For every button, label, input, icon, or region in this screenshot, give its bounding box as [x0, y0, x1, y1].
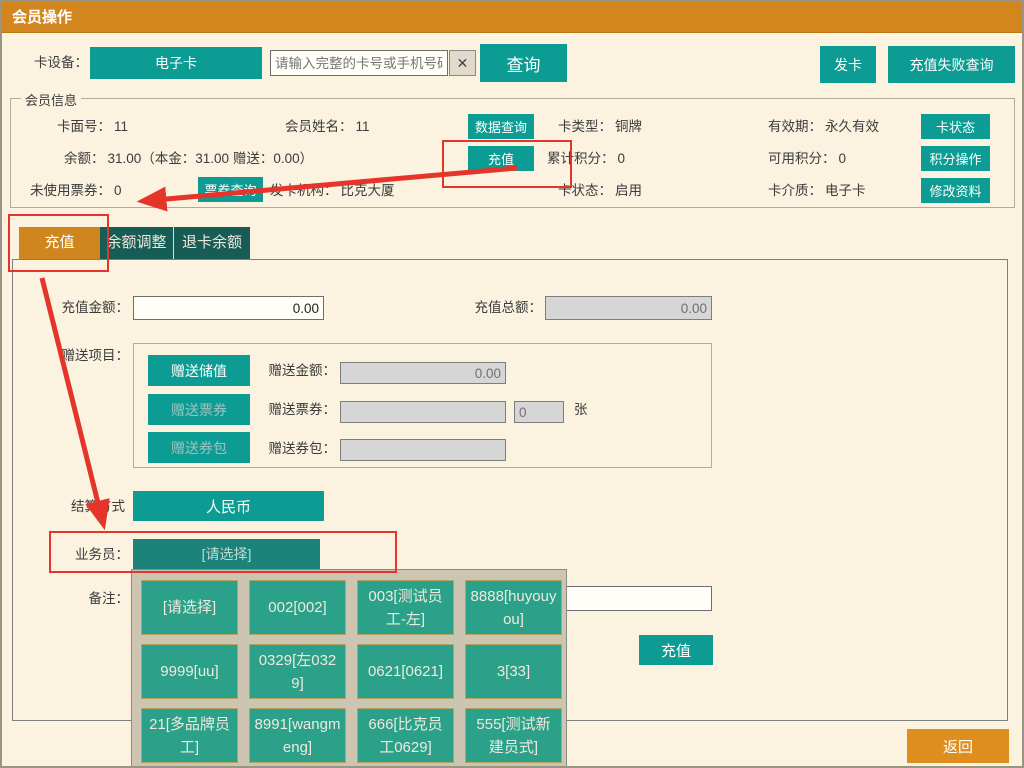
gift-ticket-count-input — [514, 401, 564, 423]
gift-items-label: 赠送项目： — [32, 347, 129, 365]
medium-value: 电子卡 — [825, 183, 866, 198]
validity-label: 有效期： — [768, 119, 822, 134]
status-label: 卡状态： — [558, 183, 612, 198]
total-points-label: 累计积分： — [547, 151, 615, 166]
salesman-label: 业务员： — [32, 542, 129, 567]
balance-field: 余额：31.00（本金：31.00 赠送：0.00） — [64, 146, 313, 171]
recharge-fail-query-button[interactable]: 充值失败查询 — [888, 46, 1015, 83]
gift-amount-label: 赠送金额： — [254, 358, 336, 383]
medium-label: 卡介质： — [768, 183, 822, 198]
member-name-value: 11 — [356, 119, 370, 134]
card-device-button[interactable]: 电子卡 — [90, 47, 262, 79]
data-query-button[interactable]: 数据查询 — [468, 114, 534, 139]
unused-tickets-value: 0 — [114, 183, 122, 198]
ticket-query-button[interactable]: 票券查询 — [198, 177, 263, 202]
total-points-value: 0 — [618, 151, 626, 166]
recharge-total-input — [545, 296, 712, 320]
salesman-option[interactable]: 0329[左0329] — [249, 644, 346, 699]
salesman-option[interactable]: 666[比克员工0629] — [357, 708, 454, 763]
card-device-label: 卡设备： — [22, 47, 88, 79]
salesman-option[interactable]: 003[测试员工-左] — [357, 580, 454, 635]
settle-method-label: 结算方式 — [32, 494, 125, 519]
tab-balance-adjust[interactable]: 余额调整 — [100, 227, 173, 259]
balance-value: 31.00（本金：31.00 赠送：0.00） — [108, 151, 314, 166]
status-value: 启用 — [615, 183, 642, 198]
salesman-option[interactable]: 3[33] — [465, 644, 562, 699]
remark-label: 备注： — [32, 586, 129, 611]
member-name-field: 会员姓名：11 — [285, 114, 370, 139]
salesman-dropdown-panel: [请选择] 002[002] 003[测试员工-左] 8888[huyouyou… — [131, 569, 567, 768]
gift-amount-input — [340, 362, 506, 384]
gift-stored-value-button[interactable]: 赠送储值 — [148, 355, 250, 386]
issuer-label: 发卡机构： — [270, 183, 338, 198]
card-number-input[interactable] — [270, 50, 448, 76]
salesman-option[interactable]: 8991[wangmeng] — [249, 708, 346, 763]
salesman-select-button[interactable]: [请选择] — [133, 539, 320, 569]
tab-bar: 充值 余额调整 退卡余额 — [19, 227, 250, 259]
points-operation-button[interactable]: 积分操作 — [921, 146, 990, 171]
issue-card-button[interactable]: 发卡 — [820, 46, 876, 83]
gift-ticket-input — [340, 401, 506, 423]
salesman-option[interactable]: 555[测试新建员式] — [465, 708, 562, 763]
card-no-field: 卡面号：11 — [57, 114, 128, 139]
gift-ticket-label: 赠送票券： — [254, 397, 336, 422]
card-no-label: 卡面号： — [57, 119, 111, 134]
gift-pack-label: 赠送券包： — [254, 436, 336, 461]
validity-field: 有效期：永久有效 — [768, 114, 879, 139]
tab-refund-balance[interactable]: 退卡余额 — [173, 227, 250, 259]
status-field: 卡状态：启用 — [558, 178, 642, 203]
validity-value: 永久有效 — [825, 119, 879, 134]
avail-points-value: 0 — [839, 151, 847, 166]
member-operation-window: 会员操作 卡设备： 电子卡 ✕ 查询 发卡 充值失败查询 会员信息 卡面号：11… — [0, 0, 1024, 768]
settle-method-button[interactable]: 人民币 — [133, 491, 324, 521]
salesman-option[interactable]: 0621[0621] — [357, 644, 454, 699]
unused-tickets-label: 未使用票券： — [30, 183, 111, 198]
issuer-value: 比克大厦 — [341, 183, 395, 198]
modify-info-button[interactable]: 修改资料 — [921, 178, 990, 203]
recharge-submit-button[interactable]: 充值 — [639, 635, 713, 665]
salesman-option[interactable]: 9999[uu] — [141, 644, 238, 699]
recharge-amount-label: 充值金额： — [32, 296, 129, 320]
clear-icon[interactable]: ✕ — [449, 50, 476, 76]
member-recharge-button[interactable]: 充值 — [468, 146, 534, 171]
gift-ticket-button[interactable]: 赠送票券 — [148, 394, 250, 425]
gift-pack-input — [340, 439, 506, 461]
issuer-field: 发卡机构：比克大厦 — [270, 178, 395, 203]
unused-tickets-field: 未使用票券：0 — [30, 178, 122, 203]
total-points-field: 累计积分：0 — [547, 146, 625, 171]
gift-ticket-unit-label: 张 — [574, 397, 588, 422]
card-no-value: 11 — [114, 119, 128, 134]
balance-label: 余额： — [64, 151, 105, 166]
medium-field: 卡介质：电子卡 — [768, 178, 866, 203]
gift-pack-button[interactable]: 赠送券包 — [148, 432, 250, 463]
card-type-field: 卡类型：铜牌 — [558, 114, 642, 139]
recharge-total-label: 充值总额： — [450, 296, 542, 320]
avail-points-label: 可用积分： — [768, 151, 836, 166]
salesman-option[interactable]: 8888[huyouyou] — [465, 580, 562, 635]
window-titlebar: 会员操作 — [2, 2, 1022, 33]
member-name-label: 会员姓名： — [285, 119, 353, 134]
salesman-option[interactable]: [请选择] — [141, 580, 238, 635]
salesman-option[interactable]: 21[多品牌员工] — [141, 708, 238, 763]
window-title: 会员操作 — [12, 9, 72, 26]
card-type-value: 铜牌 — [615, 119, 642, 134]
member-info-legend: 会员信息 — [21, 90, 81, 109]
avail-points-field: 可用积分：0 — [768, 146, 846, 171]
tab-recharge[interactable]: 充值 — [19, 227, 100, 259]
query-button[interactable]: 查询 — [480, 44, 567, 82]
salesman-option[interactable]: 002[002] — [249, 580, 346, 635]
back-button[interactable]: 返回 — [907, 729, 1009, 763]
card-status-button[interactable]: 卡状态 — [921, 114, 990, 139]
card-type-label: 卡类型： — [558, 119, 612, 134]
recharge-amount-input[interactable] — [133, 296, 324, 320]
